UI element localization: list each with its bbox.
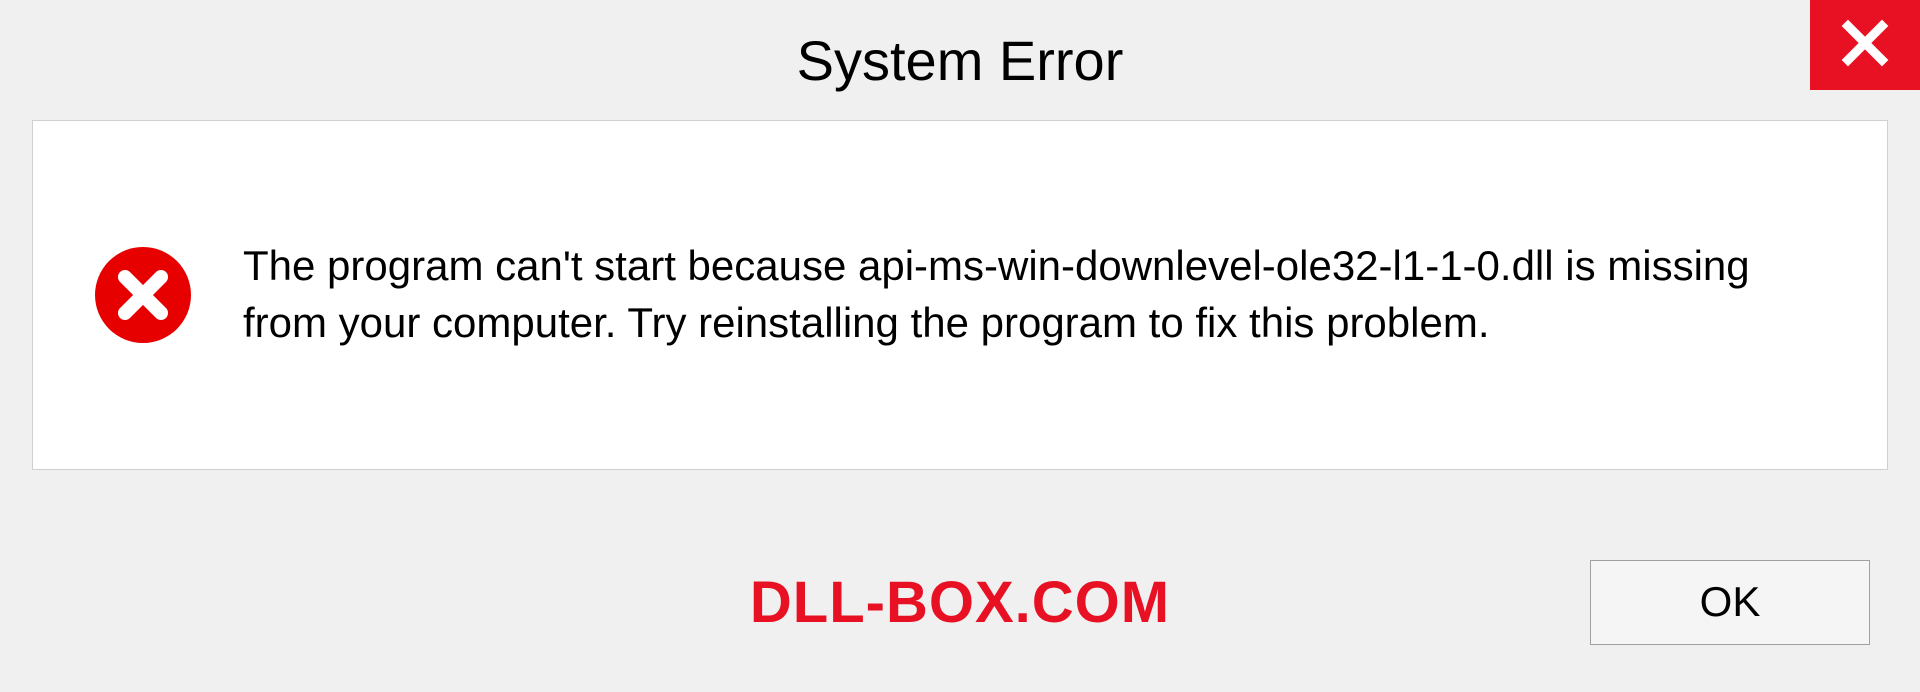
close-icon [1840,18,1890,73]
error-message: The program can't start because api-ms-w… [243,238,1827,351]
watermark-text: DLL-BOX.COM [750,569,1170,636]
error-icon [93,245,193,345]
ok-button[interactable]: OK [1590,560,1870,645]
window-title: System Error [797,28,1124,93]
titlebar: System Error [0,0,1920,120]
close-button[interactable] [1810,0,1920,90]
ok-button-label: OK [1700,578,1761,626]
footer: DLL-BOX.COM OK [0,512,1920,692]
content-panel: The program can't start because api-ms-w… [32,120,1888,470]
